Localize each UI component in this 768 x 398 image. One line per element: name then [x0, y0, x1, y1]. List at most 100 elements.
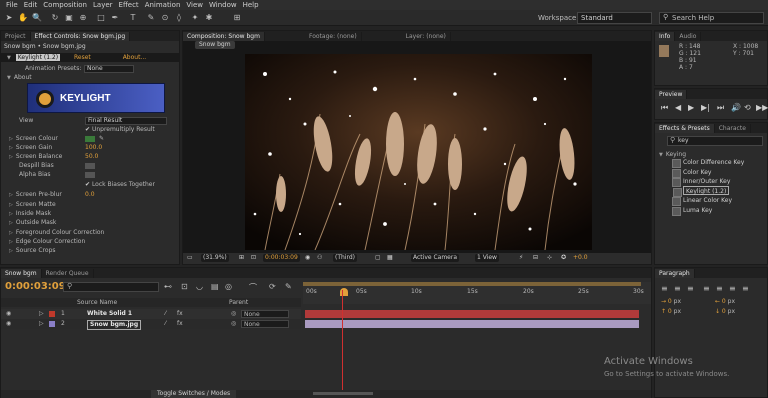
tab-effect-controls[interactable]: Effect Controls: Snow bgm.jpg — [30, 32, 131, 41]
puppet-tool-icon[interactable]: ✱ — [204, 13, 214, 23]
timeline-icon[interactable]: ⊟ — [533, 254, 538, 262]
viewer-timecode[interactable]: 0:00:03:09 — [263, 254, 300, 262]
menu-layer[interactable]: Layer — [93, 1, 113, 9]
justify-right-icon[interactable]: ≡ — [729, 284, 736, 293]
roi-icon[interactable]: ▢ — [375, 254, 381, 262]
graph-editor-icon[interactable]: ⌒ — [249, 282, 257, 293]
menu-animation[interactable]: Animation — [145, 1, 181, 9]
layer-name[interactable]: Snow bgm.jpg — [87, 320, 142, 330]
section-source-crops[interactable]: ▷ Source Crops — [9, 246, 56, 255]
space-before-field[interactable]: ↑ 0 px — [661, 308, 681, 315]
prop-screen-gain[interactable]: ▷ Screen Gain — [9, 143, 52, 152]
effect-item-keylight[interactable]: Keylight (1.2) — [672, 186, 730, 197]
reset-link[interactable]: Reset — [74, 54, 91, 61]
transparency-grid-icon[interactable]: ▦ — [387, 254, 393, 262]
effect-item-inner-outer-key[interactable]: Inner/Outer Key — [671, 177, 730, 187]
section-inside-mask[interactable]: ▷ Inside Mask — [9, 209, 51, 218]
tab-composition[interactable]: Composition: Snow bgm — [183, 32, 265, 41]
camera-select[interactable]: Active Camera — [411, 254, 460, 262]
section-outside-mask[interactable]: ▷ Outside Mask — [9, 218, 56, 227]
play-icon[interactable]: ▶ — [688, 103, 694, 112]
audio-icon[interactable]: 🔊 — [731, 103, 741, 112]
last-frame-icon[interactable]: ⏭ — [717, 103, 724, 113]
roto-brush-tool-icon[interactable]: ✦ — [190, 13, 200, 23]
rotate-tool-icon[interactable]: ↻ — [50, 13, 60, 23]
prop-screen-balance[interactable]: ▷ Screen Balance — [9, 152, 62, 161]
motion-blur-icon[interactable]: ◎ — [225, 282, 232, 291]
loop-icon[interactable]: ⟲ — [744, 103, 751, 112]
indent-right-field[interactable]: ← 0 px — [715, 298, 735, 305]
reset-exposure-icon[interactable]: ✪ — [561, 254, 566, 262]
draft-3d-icon[interactable]: ⊡ — [181, 282, 188, 291]
source-name-header[interactable]: Source Name — [77, 299, 117, 306]
prop-screen-pre-blur[interactable]: ▷ Screen Pre-blur — [9, 190, 62, 199]
mask-tool-icon[interactable]: □ — [96, 13, 106, 23]
section-edge-colour[interactable]: ▷ Edge Colour Correction — [9, 237, 85, 246]
fast-preview-icon[interactable]: ⚡ — [519, 254, 523, 262]
tab-info[interactable]: Info — [655, 32, 676, 41]
tab-effects-presets[interactable]: Effects & Presets — [655, 124, 715, 133]
eyedropper-icon[interactable]: ✎ — [99, 135, 104, 142]
eraser-tool-icon[interactable]: ◊ — [174, 13, 184, 23]
timeline-timecode[interactable]: 0:00:03:09 — [5, 281, 66, 292]
brush-tool-icon[interactable]: ✎ — [146, 13, 156, 23]
layer-bar-white-solid[interactable] — [305, 310, 639, 318]
justify-center-icon[interactable]: ≡ — [716, 284, 723, 293]
align-center-icon[interactable]: ≡ — [674, 284, 681, 293]
effect-item-linear-color-key[interactable]: Linear Color Key — [671, 196, 732, 206]
section-foreground-colour[interactable]: ▷ Foreground Colour Correction — [9, 228, 104, 237]
effect-name[interactable]: Keylight (1.2) — [15, 54, 61, 61]
ram-preview-icon[interactable]: ▶▶ — [756, 103, 768, 112]
zoom-select[interactable]: (31.9%) — [201, 254, 229, 262]
pen-tool-icon[interactable]: ✒ — [110, 13, 120, 23]
justify-all-icon[interactable]: ≡ — [742, 284, 749, 293]
pre-blur-value[interactable]: 0.0 — [85, 190, 95, 199]
layer-switch-icon[interactable]: ⁄ — [165, 319, 166, 329]
despill-swatch[interactable] — [85, 163, 95, 169]
parent-select[interactable]: None — [241, 320, 289, 328]
alpha-bias-swatch[interactable] — [85, 172, 95, 178]
parent-pickwhip-icon[interactable]: ◎ — [231, 319, 236, 329]
brainstorm-icon[interactable]: ✎ — [285, 282, 292, 291]
time-ruler[interactable]: 00s 05s 10s 15s 20s 25s 30s — [303, 282, 651, 304]
view-select[interactable]: Final Result — [85, 117, 167, 125]
layer-label-color[interactable] — [49, 321, 55, 327]
prev-frame-icon[interactable]: ◀ — [675, 103, 681, 112]
visibility-eye-icon[interactable]: ◉ — [6, 309, 11, 319]
resolution-select[interactable]: (Third) — [333, 254, 357, 262]
snap-icon[interactable]: ⊞ — [232, 13, 242, 23]
animation-presets-select[interactable]: None — [84, 65, 134, 73]
expand-triangle-icon[interactable]: ▼ — [7, 55, 11, 61]
tab-preview[interactable]: Preview — [655, 90, 688, 99]
layer-row-2[interactable]: ◉ ▷ 2 Snow bgm.jpg ⁄ fx ◎ None — [1, 319, 301, 330]
tab-footage[interactable]: Footage: (none) — [305, 32, 362, 41]
timeline-search-input[interactable] — [63, 282, 159, 292]
unpremultiply-checkbox[interactable]: ✔ Unpremultiply Result — [85, 125, 155, 134]
menu-view[interactable]: View — [186, 1, 203, 9]
parent-pickwhip-icon[interactable]: ◎ — [231, 309, 236, 319]
keying-group[interactable]: ▼ Keying — [659, 150, 686, 159]
work-area-bar[interactable] — [303, 282, 641, 286]
frame-blending-icon[interactable]: ▤ — [211, 282, 219, 291]
space-after-field[interactable]: ↓ 0 px — [715, 308, 735, 315]
comp-crumb[interactable]: Snow bgm — [195, 41, 235, 49]
selection-tool-icon[interactable]: ➤ — [4, 13, 14, 23]
tab-render-queue[interactable]: Render Queue — [42, 269, 94, 278]
fx-switch-icon[interactable]: fx — [177, 319, 183, 329]
layer-name[interactable]: White Solid 1 — [87, 309, 132, 319]
grid-icon[interactable]: ⊡ — [251, 254, 256, 262]
safe-zones-icon[interactable]: ⊞ — [239, 254, 244, 262]
align-left-icon[interactable]: ≡ — [661, 284, 668, 293]
layer-row-1[interactable]: ◉ ▷ 1 White Solid 1 ⁄ fx ◎ None — [1, 309, 301, 319]
layer-label-color[interactable] — [49, 311, 55, 317]
pan-behind-tool-icon[interactable]: ⊕ — [78, 13, 88, 23]
expand-layer-icon[interactable]: ▷ — [39, 319, 44, 329]
align-right-icon[interactable]: ≡ — [687, 284, 694, 293]
workspace-select[interactable]: Standard — [577, 12, 652, 24]
about-link[interactable]: About... — [123, 54, 146, 61]
tab-snow-bgm[interactable]: Snow bgm — [1, 269, 42, 278]
screen-gain-value[interactable]: 100.0 — [85, 143, 102, 152]
parent-select[interactable]: None — [241, 310, 289, 318]
menu-window[interactable]: Window — [209, 1, 237, 9]
hand-tool-icon[interactable]: ✋ — [18, 13, 28, 23]
